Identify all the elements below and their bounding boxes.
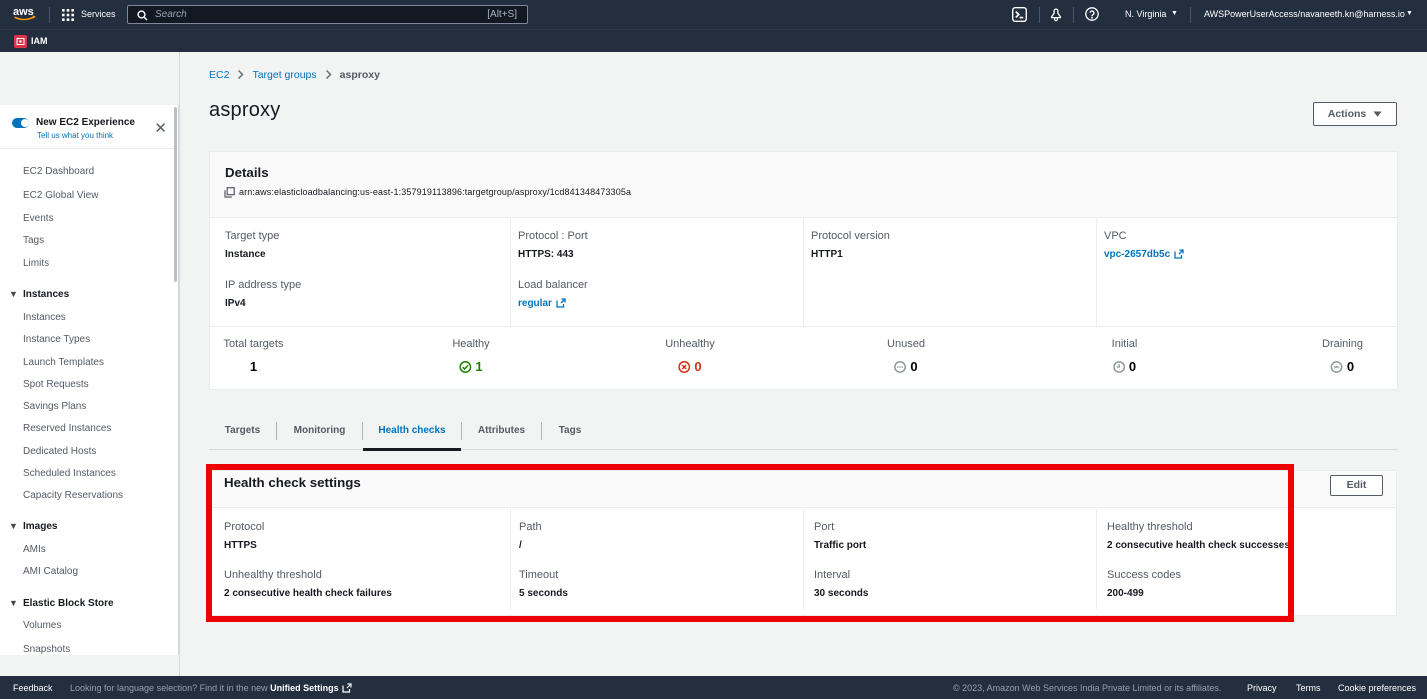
svg-text:aws: aws [13, 6, 34, 18]
